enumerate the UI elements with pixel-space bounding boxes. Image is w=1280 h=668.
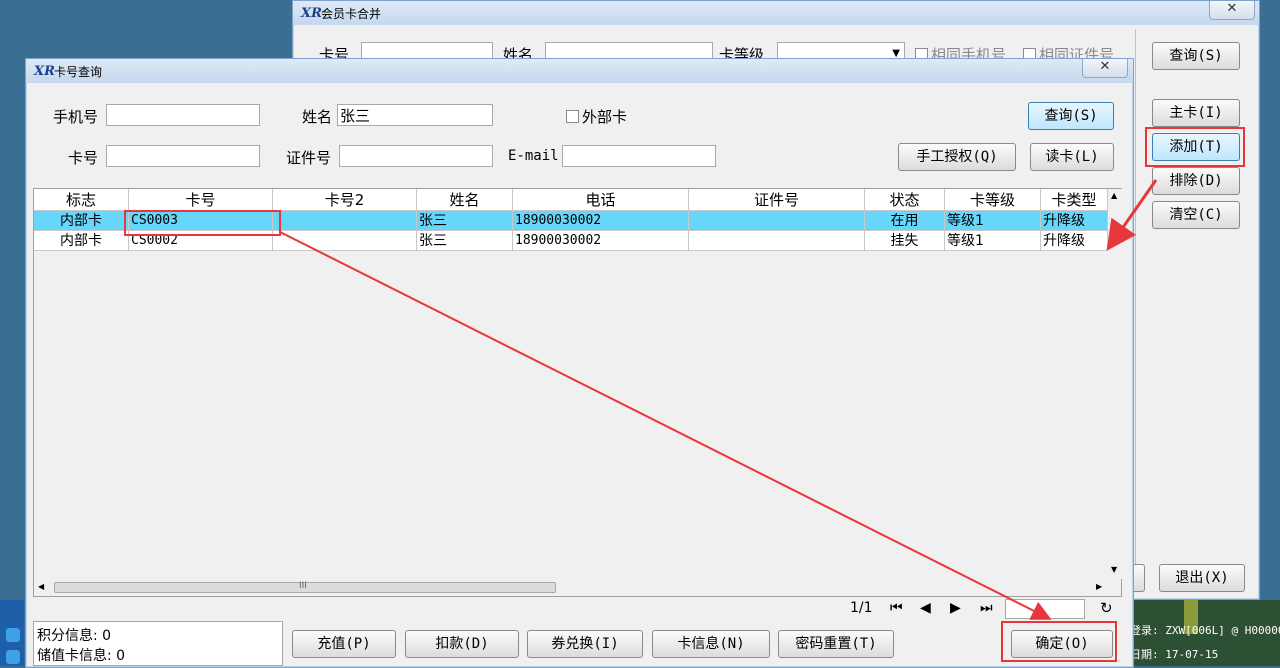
annotation-arrows bbox=[279, 179, 1158, 620]
arrow-card-to-confirm bbox=[279, 231, 1052, 620]
arrow-add-to-table bbox=[1106, 179, 1158, 251]
